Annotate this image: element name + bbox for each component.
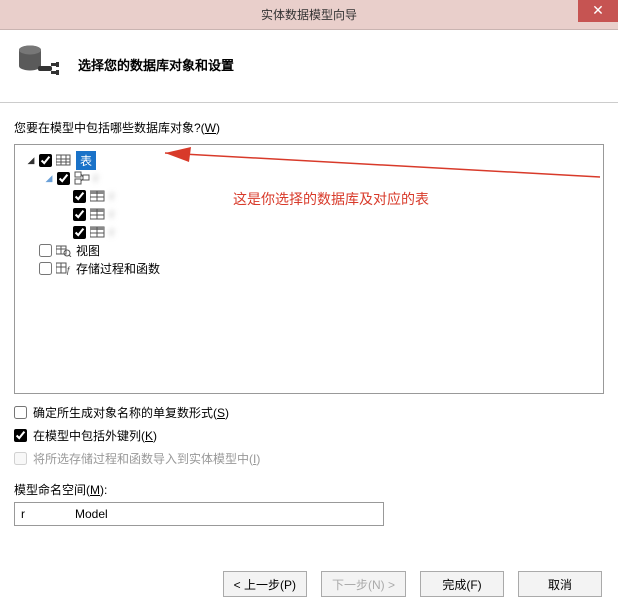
option-label: 将所选存储过程和函数导入到实体模型中(I): [33, 450, 260, 467]
views-icon: [56, 243, 72, 257]
checkbox[interactable]: [39, 244, 52, 257]
tree-label: 视图: [76, 242, 100, 259]
tree-label: r: [94, 171, 98, 185]
checkbox[interactable]: [39, 262, 52, 275]
checkbox[interactable]: [73, 226, 86, 239]
checkbox[interactable]: [14, 406, 27, 419]
wizard-footer: < 上一步(P) 下一步(N) > 完成(F) 取消: [0, 571, 618, 597]
option-label: 在模型中包括外键列(K): [33, 427, 157, 444]
prev-button[interactable]: < 上一步(P): [223, 571, 307, 597]
option-foreign-keys[interactable]: 在模型中包括外键列(K): [14, 427, 604, 444]
expander-icon[interactable]: ◢: [25, 154, 37, 166]
schema-icon: [74, 171, 90, 185]
table-icon: [90, 207, 106, 221]
database-icon: [18, 44, 62, 84]
sproc-icon: ƒ: [56, 261, 72, 275]
titlebar: 实体数据模型向导 ✕: [0, 0, 618, 30]
expander-icon[interactable]: ◢: [43, 172, 55, 184]
wizard-header: 选择您的数据库对象和设置: [0, 30, 618, 103]
tree-node-views[interactable]: 视图: [19, 241, 599, 259]
close-button[interactable]: ✕: [578, 0, 618, 22]
option-import-sprocs: 将所选存储过程和函数导入到实体模型中(I): [14, 450, 604, 467]
objects-tree[interactable]: ◢ 表 ◢ r r: [14, 144, 604, 394]
checkbox[interactable]: [73, 190, 86, 203]
tree-node-sprocs[interactable]: ƒ 存储过程和函数: [19, 259, 599, 277]
checkbox[interactable]: [73, 208, 86, 221]
tree-label: r: [110, 225, 114, 239]
namespace-label: 模型命名空间(M):: [14, 481, 604, 498]
namespace-input[interactable]: [14, 502, 384, 526]
option-label: 确定所生成对象名称的单复数形式(S): [33, 404, 229, 421]
checkbox: [14, 452, 27, 465]
tree-node-table[interactable]: r: [19, 223, 599, 241]
tree-node-tables[interactable]: ◢ 表: [19, 151, 599, 169]
tree-label: 表: [76, 151, 96, 170]
tree-label: r: [110, 189, 114, 203]
option-pluralize[interactable]: 确定所生成对象名称的单复数形式(S): [14, 404, 604, 421]
checkbox[interactable]: [57, 172, 70, 185]
checkbox[interactable]: [39, 154, 52, 167]
objects-question: 您要在模型中包括哪些数据库对象?(W): [14, 119, 604, 136]
table-icon: [90, 225, 106, 239]
finish-button[interactable]: 完成(F): [420, 571, 504, 597]
tree-label: r: [110, 207, 114, 221]
cancel-button[interactable]: 取消: [518, 571, 602, 597]
next-button: 下一步(N) >: [321, 571, 406, 597]
annotation-text: 这是你选择的数据库及对应的表: [233, 189, 429, 209]
tables-icon: [56, 153, 72, 167]
window-title: 实体数据模型向导: [0, 0, 618, 30]
checkbox[interactable]: [14, 429, 27, 442]
tree-node-db[interactable]: ◢ r: [19, 169, 599, 187]
wizard-header-text: 选择您的数据库对象和设置: [78, 55, 234, 74]
svg-text:ƒ: ƒ: [66, 265, 71, 275]
table-icon: [90, 189, 106, 203]
tree-label: 存储过程和函数: [76, 260, 160, 277]
